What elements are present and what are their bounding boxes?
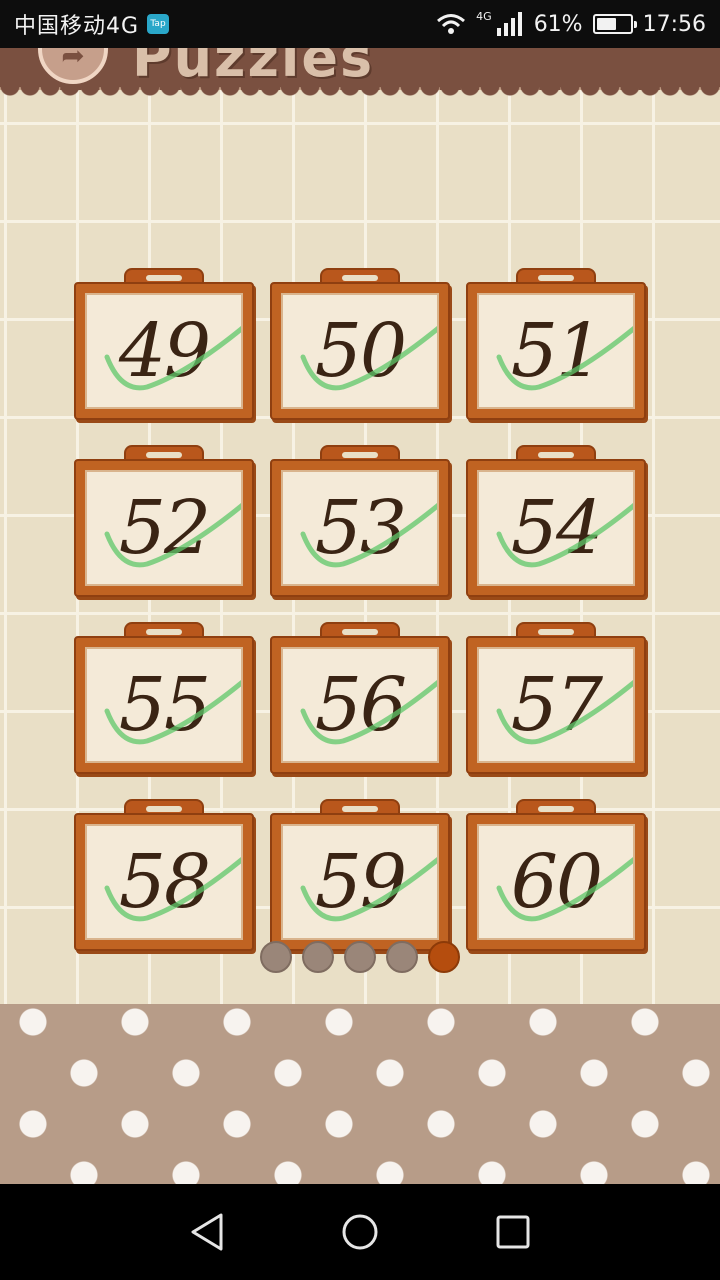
completed-check-icon <box>104 680 241 745</box>
card-frame: 58 <box>74 813 254 951</box>
card-face: 56 <box>281 647 439 763</box>
page-indicator <box>0 941 720 973</box>
signal-icon <box>496 12 522 36</box>
puzzle-card[interactable]: 58 <box>74 799 254 951</box>
puzzle-card[interactable]: 57 <box>466 622 646 774</box>
battery-fill <box>596 18 617 30</box>
completed-check-icon <box>104 857 241 922</box>
carrier-label: 中国移动4G <box>14 14 140 39</box>
completed-check-icon <box>496 503 633 568</box>
back-arrow-icon: ➦ <box>61 48 85 72</box>
status-indicators: 4G 61% 17:56 <box>436 9 706 37</box>
completed-check-icon <box>496 857 633 922</box>
clock: 17:56 <box>642 11 706 37</box>
card-face: 58 <box>85 824 243 940</box>
card-face: 51 <box>477 293 635 409</box>
card-frame: 50 <box>270 282 450 420</box>
card-face: 49 <box>85 293 243 409</box>
completed-check-icon <box>104 503 241 568</box>
card-frame: 56 <box>270 636 450 774</box>
page-dot[interactable] <box>386 941 418 973</box>
nav-home-button[interactable] <box>330 1202 390 1262</box>
polka-dot-footer <box>0 1004 720 1184</box>
puzzle-card[interactable]: 50 <box>270 268 450 420</box>
header-scallop-edge <box>0 86 720 100</box>
home-circle-icon <box>342 1214 378 1250</box>
puzzle-card[interactable]: 54 <box>466 445 646 597</box>
puzzle-card[interactable]: 59 <box>270 799 450 951</box>
puzzle-card[interactable]: 55 <box>74 622 254 774</box>
nav-back-button[interactable] <box>177 1202 237 1262</box>
card-face: 55 <box>85 647 243 763</box>
puzzle-card[interactable]: 56 <box>270 622 450 774</box>
puzzle-card[interactable]: 53 <box>270 445 450 597</box>
card-frame: 59 <box>270 813 450 951</box>
puzzle-grid: 49 50 51 52 53 54 55 56 57 58 59 60 <box>74 268 646 958</box>
battery-icon <box>592 14 637 34</box>
card-face: 50 <box>281 293 439 409</box>
nav-recents-button[interactable] <box>483 1202 543 1262</box>
completed-check-icon <box>496 680 633 745</box>
recents-square-icon <box>496 1215 530 1249</box>
card-frame: 51 <box>466 282 646 420</box>
back-triangle-icon <box>191 1213 223 1251</box>
battery-percent: 61% <box>533 11 583 37</box>
card-frame: 54 <box>466 459 646 597</box>
completed-check-icon <box>300 680 437 745</box>
card-face: 60 <box>477 824 635 940</box>
page-dot[interactable] <box>344 941 376 973</box>
puzzle-card[interactable]: 52 <box>74 445 254 597</box>
puzzle-board: 49 50 51 52 53 54 55 56 57 58 59 60 <box>0 90 720 1005</box>
card-face: 52 <box>85 470 243 586</box>
card-face: 54 <box>477 470 635 586</box>
card-frame: 53 <box>270 459 450 597</box>
card-frame: 57 <box>466 636 646 774</box>
card-frame: 52 <box>74 459 254 597</box>
page-dot[interactable] <box>302 941 334 973</box>
network-type-label: 4G <box>476 9 492 23</box>
page-dot[interactable] <box>428 941 460 973</box>
wifi-icon <box>437 14 466 34</box>
navigation-bar <box>0 1184 720 1280</box>
back-button[interactable]: ➦ <box>38 48 108 84</box>
completed-check-icon <box>300 326 437 391</box>
header-bar: ➦ Puzzles <box>0 48 720 90</box>
puzzle-card[interactable]: 51 <box>466 268 646 420</box>
tap-app-icon: Tap <box>147 14 170 34</box>
card-frame: 60 <box>466 813 646 951</box>
card-face: 57 <box>477 647 635 763</box>
page-title: Puzzles <box>132 48 375 89</box>
card-frame: 55 <box>74 636 254 774</box>
completed-check-icon <box>104 326 241 391</box>
status-bar: 中国移动4G Tap 4G 61% 17:56 <box>0 0 720 48</box>
completed-check-icon <box>300 857 437 922</box>
completed-check-icon <box>300 503 437 568</box>
puzzle-card[interactable]: 60 <box>466 799 646 951</box>
card-frame: 49 <box>74 282 254 420</box>
completed-check-icon <box>496 326 633 391</box>
puzzle-card[interactable]: 49 <box>74 268 254 420</box>
card-face: 53 <box>281 470 439 586</box>
card-face: 59 <box>281 824 439 940</box>
page-dot[interactable] <box>260 941 292 973</box>
